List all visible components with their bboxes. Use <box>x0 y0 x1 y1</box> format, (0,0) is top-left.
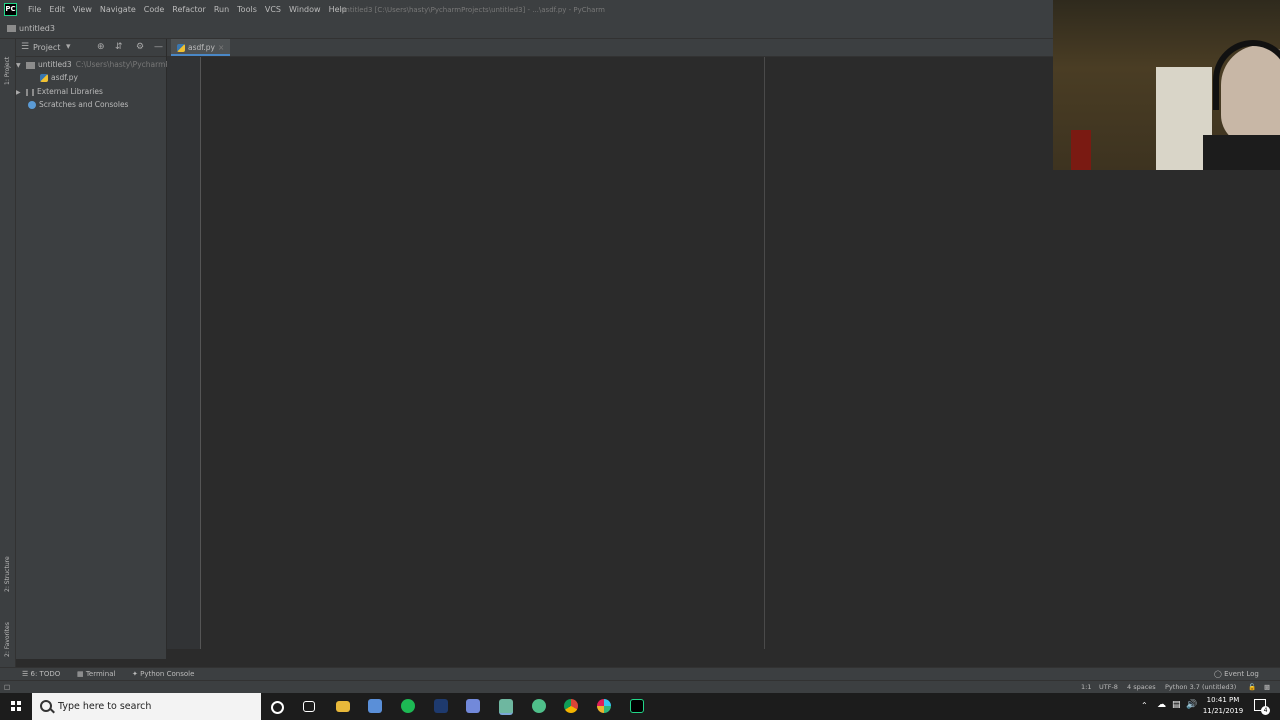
bottom-tool-bar: ☰ 6: TODO ▦ Terminal ✦ Python Console ◯ … <box>0 667 1280 681</box>
search-placeholder: Type here to search <box>58 701 152 712</box>
slack-icon[interactable] <box>597 699 611 713</box>
python-file-icon <box>177 44 185 52</box>
structure-tool-button[interactable]: 2: Structure <box>4 544 11 592</box>
menu-vcs[interactable]: VCS <box>261 0 285 20</box>
project-panel: ☰ Project ▾ ⊕ ⇵ ⚙ — ▼ untitled3 C:\Users\h… <box>16 39 170 659</box>
cortana-icon[interactable] <box>271 701 284 714</box>
chrome-icon[interactable] <box>564 699 578 713</box>
search-icon <box>40 700 52 712</box>
event-log-icon: ◯ <box>1214 670 1225 678</box>
menu-view[interactable]: View <box>69 0 96 20</box>
list-icon: ☰ <box>22 670 31 678</box>
event-log-label: Event Log <box>1224 670 1259 678</box>
menu-navigate[interactable]: Navigate <box>96 0 140 20</box>
tab-label: asdf.py <box>188 43 215 52</box>
pycharm-taskbar-icon[interactable] <box>630 699 644 713</box>
menu-refactor[interactable]: Refactor <box>168 0 210 20</box>
onedrive-icon[interactable]: ☁ <box>1157 700 1166 710</box>
tree-item-label: asdf.py <box>51 73 78 82</box>
folder-icon <box>26 61 35 69</box>
app-icon-active[interactable] <box>499 699 513 715</box>
scratches-icon <box>28 101 36 109</box>
network-icon[interactable]: ▤ <box>1172 700 1181 710</box>
library-icon <box>26 88 34 96</box>
editor-gutter[interactable] <box>167 57 200 649</box>
python-file-icon <box>40 74 48 82</box>
editor-tab-bar: asdf.py × <box>167 39 1053 57</box>
list-icon: ☰ <box>21 42 30 52</box>
window-title: untitled3 [C:\Users\hasty\PycharmProject… <box>341 6 605 14</box>
tab-asdf-py[interactable]: asdf.py × <box>171 39 231 56</box>
breadcrumb[interactable]: untitled3 <box>19 20 55 38</box>
webcam-shirt <box>1203 135 1280 170</box>
chevron-down-icon[interactable]: ▾ <box>66 39 71 56</box>
todo-label: 6: TODO <box>30 670 61 678</box>
task-view-icon[interactable] <box>303 701 315 712</box>
python-console-label: Python Console <box>140 670 195 678</box>
project-tool-button[interactable]: 1: Project <box>4 43 11 85</box>
tree-item-label: External Libraries <box>37 87 103 96</box>
tree-item-external-libraries[interactable]: ▶ External Libraries <box>16 85 103 98</box>
clock-date: 11/21/2019 <box>1202 707 1244 715</box>
windows-taskbar: Type here to search ⌃ ☁ ▤ 🔊 10:41 PM 11/… <box>0 693 1280 720</box>
menu-window[interactable]: Window <box>285 0 325 20</box>
tree-item-asdf-py[interactable]: asdf.py <box>40 71 78 84</box>
favorites-tool-button[interactable]: 2: Favorites <box>4 609 11 657</box>
right-margin-guide <box>764 57 765 649</box>
app-icon-green[interactable] <box>532 699 546 713</box>
windows-logo-icon <box>11 701 21 711</box>
minimize-icon[interactable]: — <box>154 39 163 56</box>
tree-item-label: untitled3 <box>38 60 72 69</box>
app-icon-dark[interactable] <box>434 699 448 713</box>
menu-code[interactable]: Code <box>140 0 168 20</box>
expanded-arrow-icon[interactable]: ▼ <box>16 59 26 72</box>
chevron-up-icon[interactable]: ⌃ <box>1141 701 1148 710</box>
terminal-label: Terminal <box>85 670 116 678</box>
python-icon: ✦ <box>132 670 141 678</box>
left-tool-strip: 1: Project 2: Structure 2: Favorites <box>0 39 16 667</box>
webcam-overlay <box>1053 0 1280 170</box>
spotify-icon[interactable] <box>401 699 415 713</box>
system-clock[interactable]: 10:41 PM 11/21/2019 <box>1196 695 1250 717</box>
app-icon-notes[interactable] <box>368 699 382 713</box>
menu-tools[interactable]: Tools <box>233 0 261 20</box>
start-button[interactable] <box>0 693 32 720</box>
locate-icon[interactable]: ⊕ <box>97 39 105 56</box>
status-bar: □ 1:1 UTF-8 4 spaces Python 3.7 (untitle… <box>0 680 1280 694</box>
gear-icon[interactable]: ⚙ <box>136 39 144 56</box>
terminal-icon: ▦ <box>77 670 86 678</box>
webcam-background-object <box>1071 130 1091 170</box>
project-panel-header: ☰ Project ▾ ⊕ ⇵ ⚙ — <box>16 39 166 57</box>
tree-item-scratches[interactable]: Scratches and Consoles <box>28 98 128 111</box>
menu-run[interactable]: Run <box>210 0 233 20</box>
tree-item-label: Scratches and Consoles <box>39 100 129 109</box>
pycharm-logo-icon: PC <box>4 3 17 16</box>
tree-item-path: C:\Users\hasty\PycharmP <box>75 60 170 69</box>
taskbar-search-box[interactable]: Type here to search <box>32 693 261 720</box>
discord-icon[interactable] <box>466 699 480 713</box>
main-menu: File Edit View Navigate Code Refactor Ru… <box>24 0 351 20</box>
menu-edit[interactable]: Edit <box>45 0 69 20</box>
folder-icon <box>7 25 16 32</box>
menu-file[interactable]: File <box>24 0 45 20</box>
clock-time: 10:41 PM <box>1206 696 1240 704</box>
collapse-all-icon[interactable]: ⇵ <box>115 39 123 56</box>
file-explorer-icon[interactable] <box>336 701 350 712</box>
close-icon[interactable]: × <box>218 43 224 52</box>
collapsed-arrow-icon[interactable]: ▶ <box>16 86 26 99</box>
tree-item-untitled3[interactable]: ▼ untitled3 C:\Users\hasty\PycharmP <box>16 58 170 71</box>
headphones <box>1213 40 1280 110</box>
project-view-selector[interactable]: Project <box>33 39 60 56</box>
notification-count-badge: 4 <box>1261 706 1270 715</box>
